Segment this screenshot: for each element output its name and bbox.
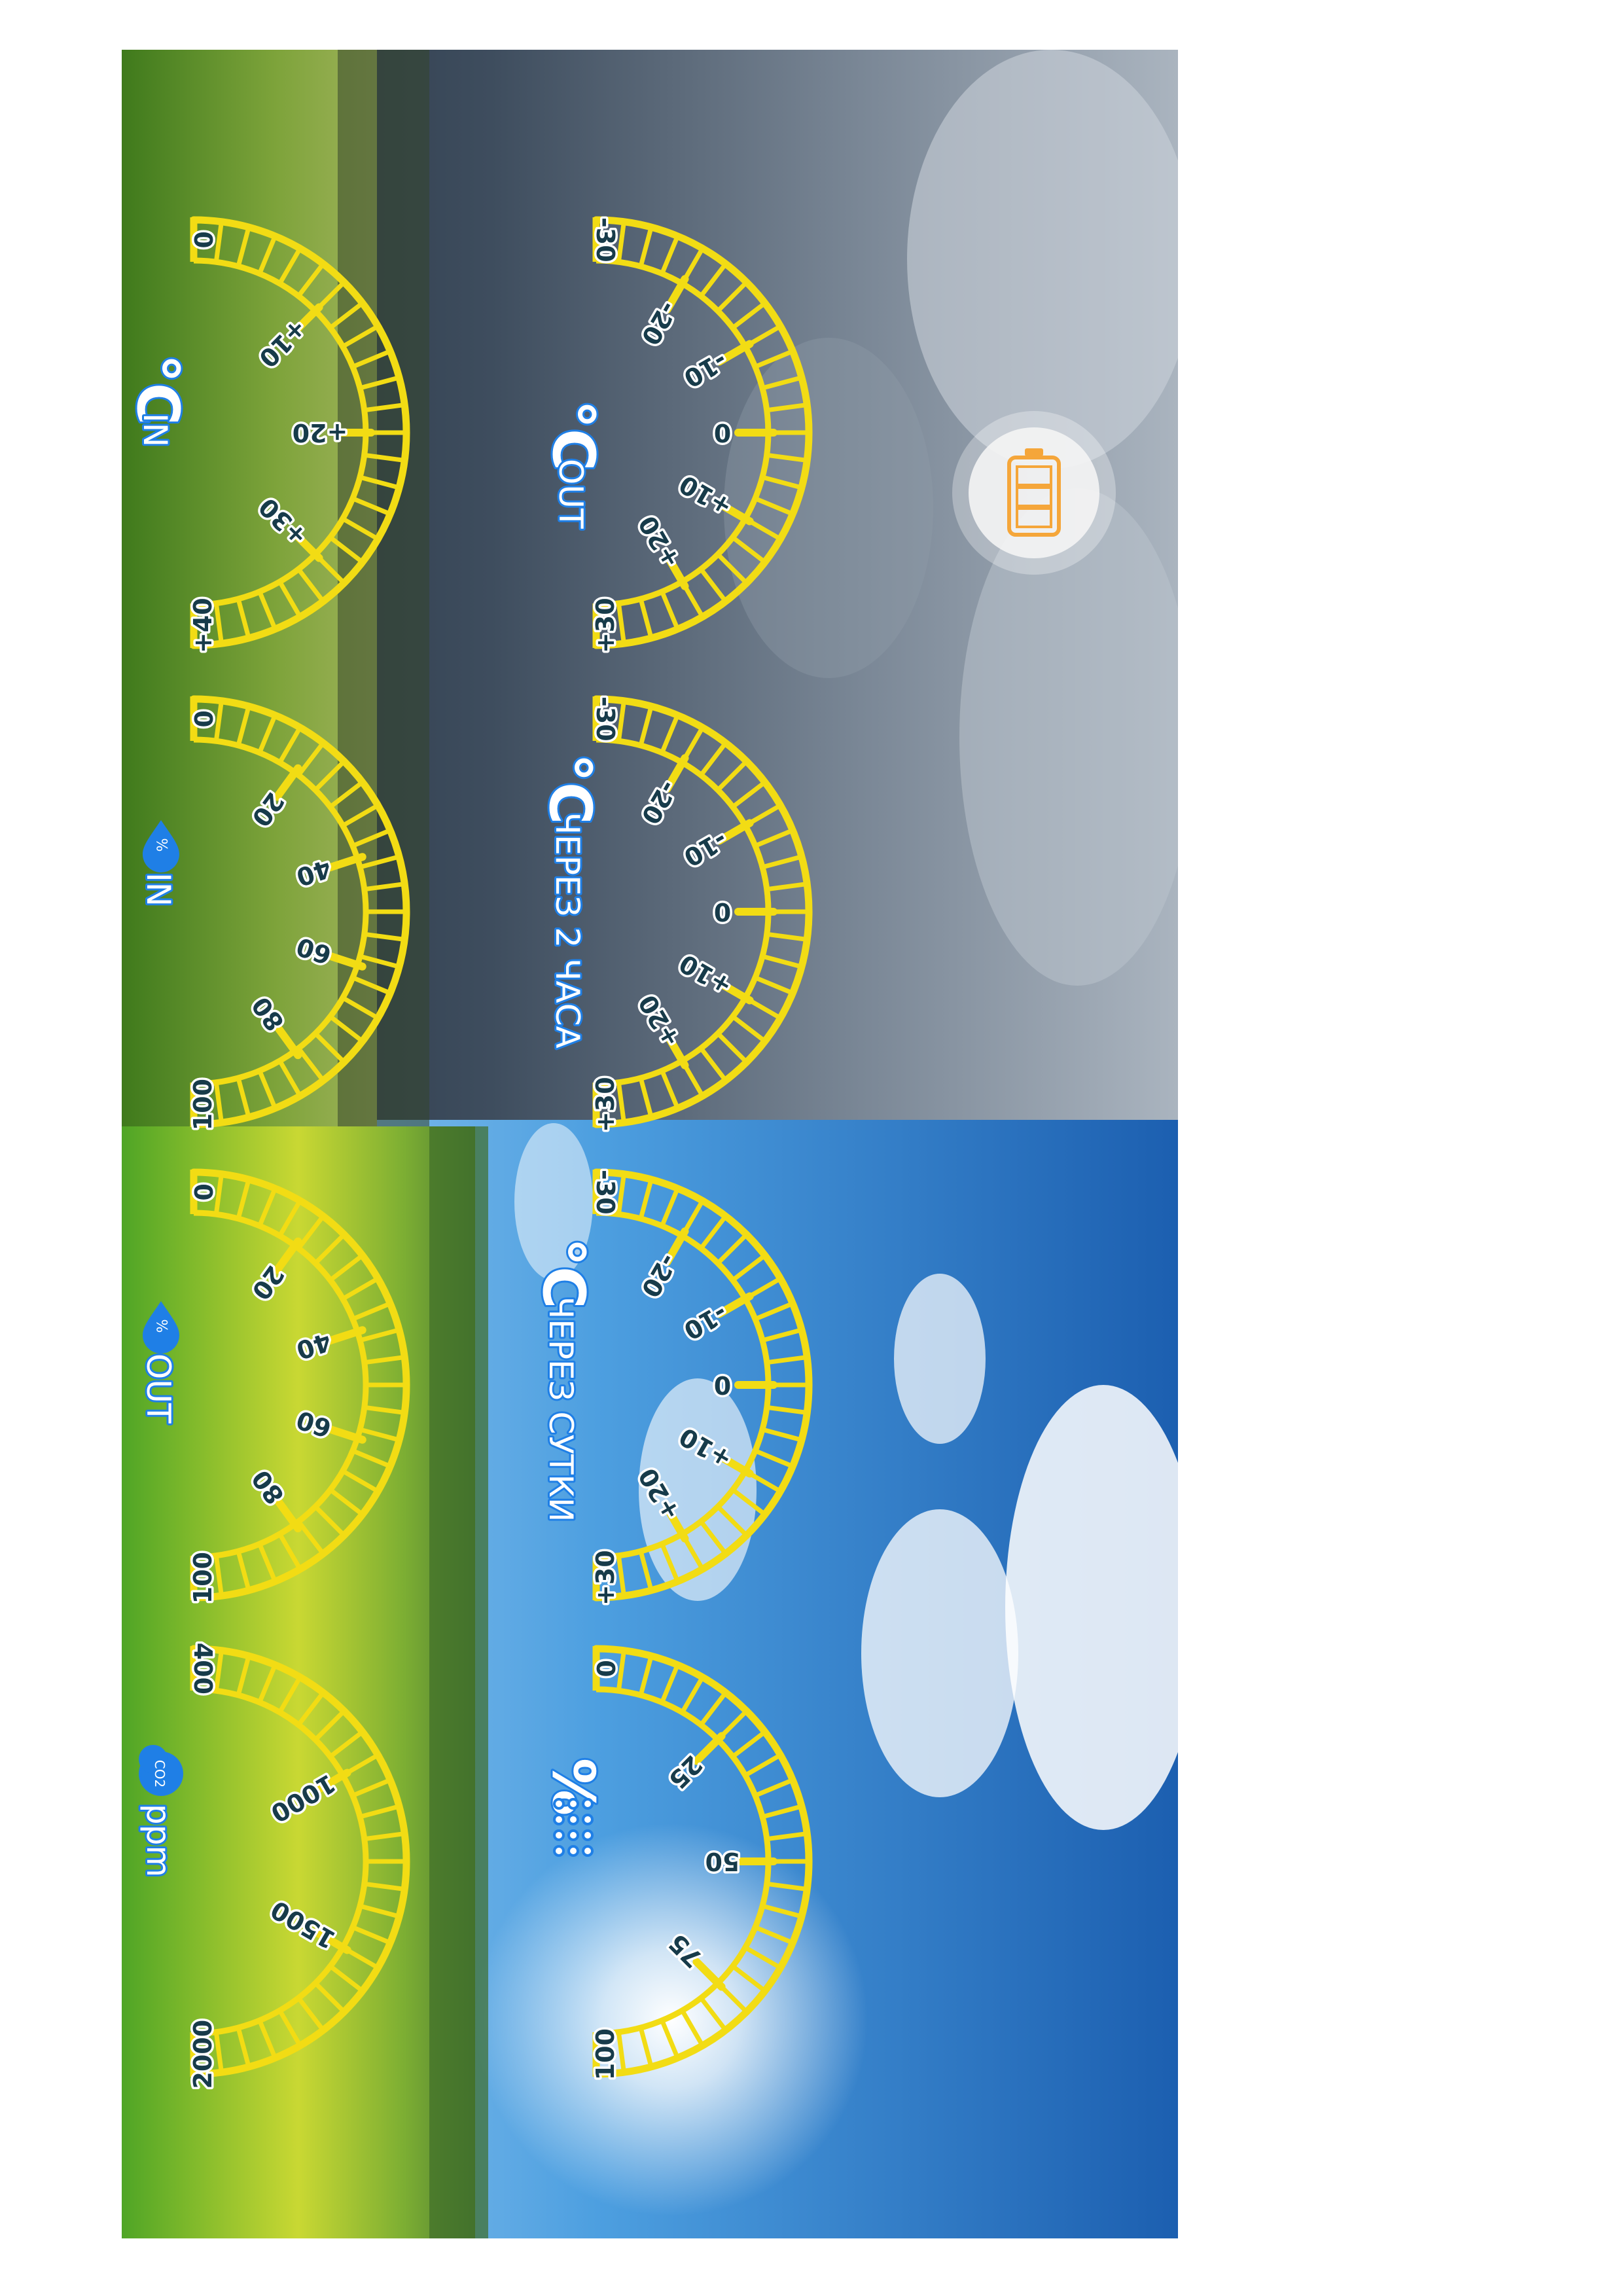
weather-dashboard-screen: 0 +10 +20 +30 +40 °C IN -30 -20 -10 0 +10 +20 +30 °C OU… (122, 50, 1178, 2238)
gauge-tick-label: 100 (188, 1552, 217, 1604)
gauge-tick-label: +20 (293, 418, 348, 447)
caption-label: OUT (552, 459, 590, 529)
gauge-tick-label: 100 (188, 1079, 217, 1130)
gauge-tick-label: 0 (714, 897, 731, 926)
svg-text:%: % (153, 838, 169, 852)
gauge-tick-label: -30 (591, 217, 620, 262)
gauge-tick-label: +30 (591, 1077, 620, 1132)
caption-label: IN (139, 872, 177, 906)
gauge-tick-label: 400 (188, 1643, 217, 1695)
gauge-tick-label: 0 (714, 1371, 731, 1399)
gauge-tick-label: -30 (591, 1170, 620, 1215)
gauge-tick-label: 0 (591, 1660, 620, 1677)
gauge-tick-label: 0 (188, 1183, 217, 1200)
gauge-caption: CO2 ppm (137, 1745, 183, 1879)
gauge-tick-label: +30 (591, 598, 620, 653)
battery-button[interactable] (952, 411, 1116, 575)
battery-button-disc (969, 427, 1099, 558)
gauge-tick-label: 100 (591, 2028, 620, 2080)
gauge-tick-label: 0 (188, 231, 217, 248)
gauge-tick-label: 50 (705, 1847, 740, 1876)
caption-label: IN (136, 413, 174, 447)
gauge-tick-label: +40 (188, 598, 217, 653)
forest-edge (429, 1126, 488, 2238)
gauge-tick-label: -30 (591, 696, 620, 742)
white-cloud (861, 1509, 1018, 1797)
gauge-tick-label: 2000 (188, 2020, 217, 2089)
svg-text:CO2: CO2 (152, 1760, 168, 1787)
caption-label: ЧЕРЕЗ СУТКИ (542, 1297, 580, 1522)
gauge-tick-label: 0 (714, 418, 731, 447)
caption-label: ppm (139, 1804, 177, 1877)
white-cloud (894, 1274, 986, 1444)
caption-label: ЧЕРЕЗ 2 ЧАСА (548, 812, 586, 1049)
gauge-tick-label: +30 (591, 1550, 620, 1605)
storm-cloud (724, 338, 933, 678)
caption-label: OUT (139, 1354, 177, 1424)
svg-text:%: % (153, 1319, 169, 1333)
gauge-tick-label: 0 (188, 710, 217, 727)
